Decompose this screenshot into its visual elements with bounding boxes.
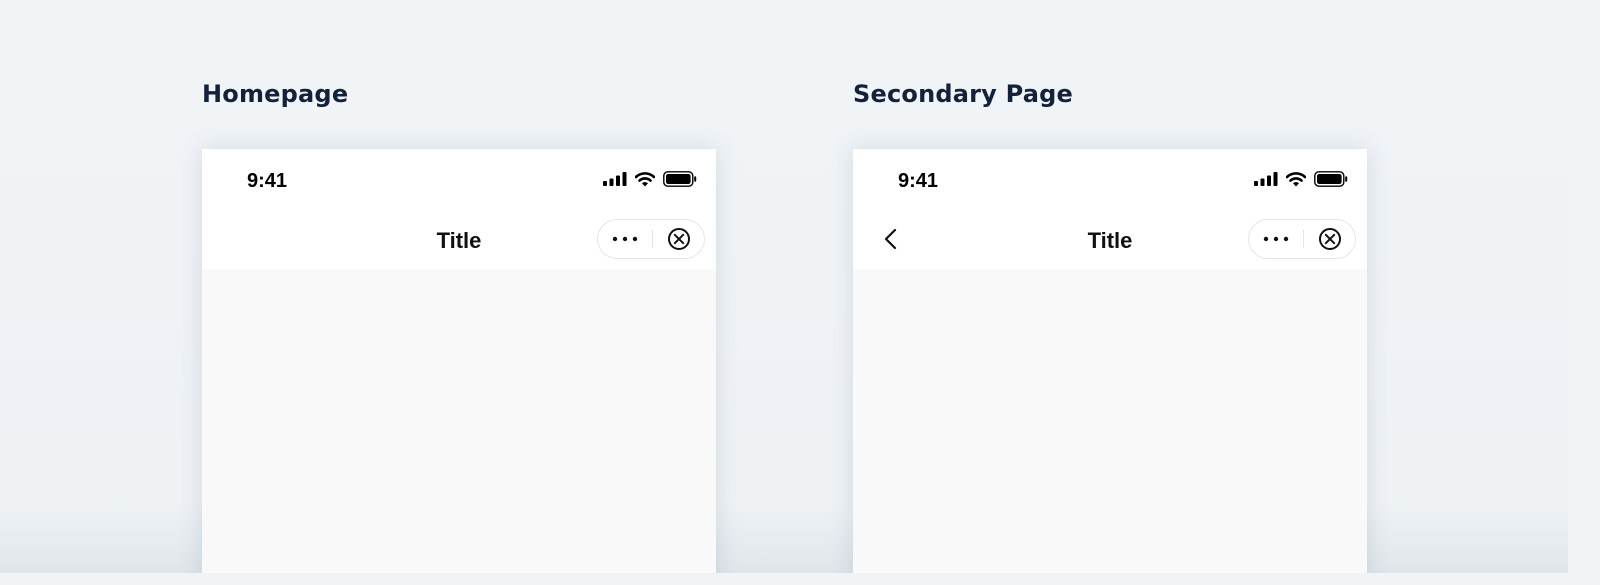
cellular-signal-icon [1254,172,1278,191]
status-icons [1254,171,1348,192]
more-dots-icon [612,236,638,242]
close-button[interactable] [653,220,705,258]
page-content-area [202,269,716,573]
homepage-phone-frame: 9:41 Title [202,149,716,573]
cellular-signal-icon [603,172,627,191]
more-dots-icon [1263,236,1289,242]
more-button[interactable] [598,220,652,258]
wifi-icon [634,171,656,192]
close-circle-icon [668,228,690,250]
status-icons [603,171,697,192]
canvas: Homepage 9:41 Title Secondary Page 9:41 … [0,0,1568,573]
navigation-bar: Title [853,209,1367,269]
battery-icon [663,171,697,192]
battery-icon [1314,171,1348,192]
status-time: 9:41 [247,170,288,192]
wifi-icon [1285,171,1307,192]
status-bar: 9:41 [853,149,1367,209]
capsule-menu [1248,219,1356,259]
status-time: 9:41 [898,170,939,192]
close-button[interactable] [1304,220,1356,258]
homepage-heading: Homepage [202,80,349,108]
navigation-bar: Title [202,209,716,269]
capsule-menu [597,219,705,259]
secondary-page-phone-frame: 9:41 Title [853,149,1367,573]
secondary-page-heading: Secondary Page [853,80,1073,108]
close-circle-icon [1319,228,1341,250]
status-bar: 9:41 [202,149,716,209]
more-button[interactable] [1249,220,1303,258]
page-content-area [853,269,1367,573]
